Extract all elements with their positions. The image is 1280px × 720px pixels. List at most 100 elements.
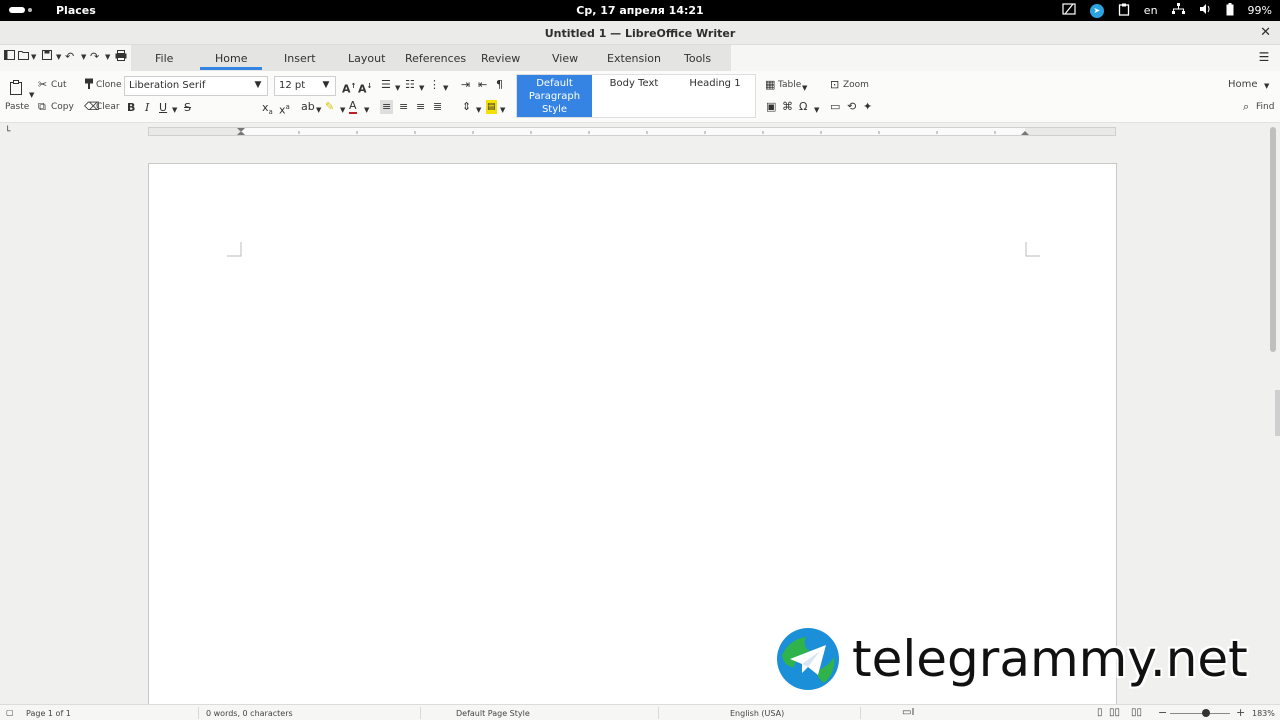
save-dropdown-icon[interactable]: ▼ [56,53,61,67]
bullet-list-icon[interactable]: ☰ [381,78,391,92]
extension-icon[interactable] [1062,2,1076,19]
scrollbar-thumb[interactable] [1270,127,1276,352]
open-dropdown-icon[interactable]: ▼ [31,53,36,67]
tab-extension[interactable]: Extension [607,52,661,65]
navigator-icon[interactable]: ✦ [863,100,872,114]
insert-chart-icon[interactable]: ⌘ [782,100,793,114]
battery-icon[interactable] [1226,2,1234,19]
numbered-list-dropdown-icon[interactable]: ▼ [419,81,424,95]
window-close-button[interactable]: ✕ [1260,25,1271,40]
sidebar-toggle-icon[interactable] [4,50,15,64]
font-name-dropdown-icon[interactable]: ▼ [251,80,265,90]
keyboard-layout-indicator[interactable]: en [1144,4,1158,17]
tab-layout[interactable]: Layout [348,52,385,65]
tab-tools[interactable]: Tools [684,52,711,65]
undo-icon[interactable]: ↶ [65,50,74,64]
menu-hamburger-icon[interactable]: ☰ [1256,50,1272,66]
grow-font-icon[interactable]: A↑ [342,79,356,97]
document-view-icon[interactable]: ▢ [6,708,14,717]
decrease-indent-icon[interactable]: ⇤ [478,78,487,92]
line-spacing-icon[interactable]: ⇕ [462,100,471,114]
underline-dropdown-icon[interactable]: ▼ [172,103,177,117]
formatting-marks-icon[interactable]: ¶ [496,78,503,92]
network-icon[interactable] [1171,3,1185,18]
sidebar-handle[interactable] [1275,390,1280,436]
undo-dropdown-icon[interactable]: ▼ [81,53,86,67]
table-dropdown-icon[interactable]: ▼ [802,81,807,95]
volume-icon[interactable] [1199,3,1212,18]
underline-icon[interactable]: U [159,101,167,115]
outline-list-dropdown-icon[interactable]: ▼ [443,81,448,95]
home-tab-dropdown-icon[interactable]: ▼ [1264,79,1269,93]
tab-home[interactable]: Home [215,52,247,65]
tab-stop-selector-icon[interactable]: └ [5,125,10,139]
strikethrough-icon[interactable]: S [184,101,191,115]
multi-page-view-icon[interactable]: ▯▯ [1109,707,1120,718]
numbered-list-icon[interactable]: ☷ [405,78,415,92]
home-tab-dropdown[interactable]: Home [1228,79,1258,90]
zoom-slider-knob[interactable] [1202,709,1210,717]
character-spacing-icon[interactable]: ab [301,100,315,114]
paste-label[interactable]: Paste [5,102,29,112]
character-spacing-dropdown-icon[interactable]: ▼ [316,103,321,117]
text-language[interactable]: English (USA) [730,709,784,718]
bullet-list-dropdown-icon[interactable]: ▼ [395,81,400,95]
comment-icon[interactable]: ▭ [830,100,840,114]
page-count[interactable]: Page 1 of 1 [26,709,71,718]
tab-view[interactable]: View [552,52,578,65]
align-left-icon[interactable]: ≡ [380,100,394,114]
paragraph-background-dropdown-icon[interactable]: ▼ [500,103,505,117]
special-character-icon[interactable]: Ω [799,100,807,114]
tab-insert[interactable]: Insert [284,52,316,65]
clipboard-icon[interactable] [1118,3,1130,19]
font-size-dropdown-icon[interactable]: ▼ [319,80,333,90]
cut-button[interactable]: Cut [51,80,67,90]
telegram-tray-icon[interactable]: ➤ [1089,3,1104,18]
bold-icon[interactable]: B [127,101,135,115]
clone-button[interactable]: Clone [96,80,122,90]
style-body-text[interactable]: Body Text [595,75,673,117]
zoom-slider-track[interactable] [1170,713,1230,714]
shrink-font-icon[interactable]: A↓ [358,79,372,97]
redo-icon[interactable]: ↷ [90,50,99,64]
page-style[interactable]: Default Page Style [456,709,530,718]
horizontal-ruler[interactable] [148,127,1116,136]
table-button[interactable]: Table [778,80,801,90]
zoom-icon[interactable]: ⊡ [830,78,839,92]
tab-references[interactable]: References [405,52,466,65]
track-changes-icon[interactable]: ⟲ [847,100,856,114]
tab-file[interactable]: File [155,52,173,65]
paragraph-background-icon[interactable]: ▤ [486,100,497,114]
book-view-icon[interactable]: ▯▯ [1131,707,1142,718]
align-right-icon[interactable]: ≡ [416,100,425,114]
copy-button[interactable]: Copy [51,102,74,112]
clear-button[interactable]: Clear [96,102,120,112]
special-character-dropdown-icon[interactable]: ▼ [814,103,819,117]
italic-icon[interactable]: I [145,101,149,115]
clone-formatting-icon[interactable] [84,78,94,94]
tab-review[interactable]: Review [481,52,520,65]
font-name-combobox[interactable]: Liberation Serif ▼ [124,76,268,96]
style-default-paragraph[interactable]: Default Paragraph Style [517,75,592,117]
justify-icon[interactable]: ≣ [433,100,442,114]
cut-icon[interactable]: ✂ [38,78,47,92]
highlight-color-icon[interactable]: ✎ [325,100,334,114]
increase-indent-icon[interactable]: ⇥ [461,78,470,92]
copy-icon[interactable]: ⧉ [38,100,46,114]
font-color-icon[interactable]: A [349,100,357,114]
subscript-icon[interactable]: xa [262,101,273,119]
open-folder-icon[interactable] [18,50,29,64]
redo-dropdown-icon[interactable]: ▼ [105,53,110,67]
highlight-dropdown-icon[interactable]: ▼ [340,103,345,117]
zoom-level[interactable]: 183% [1252,709,1275,718]
zoom-out-icon[interactable]: − [1158,706,1167,719]
zoom-button[interactable]: Zoom [843,80,869,90]
font-color-dropdown-icon[interactable]: ▼ [364,103,369,117]
zoom-in-icon[interactable]: + [1236,706,1245,719]
find-button[interactable]: Find [1256,102,1274,112]
align-center-icon[interactable]: ≡ [399,100,408,114]
font-size-combobox[interactable]: 12 pt ▼ [274,76,336,96]
outline-list-icon[interactable]: ⋮ [429,78,440,92]
insert-mode-icon[interactable]: ▭I [902,707,914,718]
word-count[interactable]: 0 words, 0 characters [206,709,293,718]
